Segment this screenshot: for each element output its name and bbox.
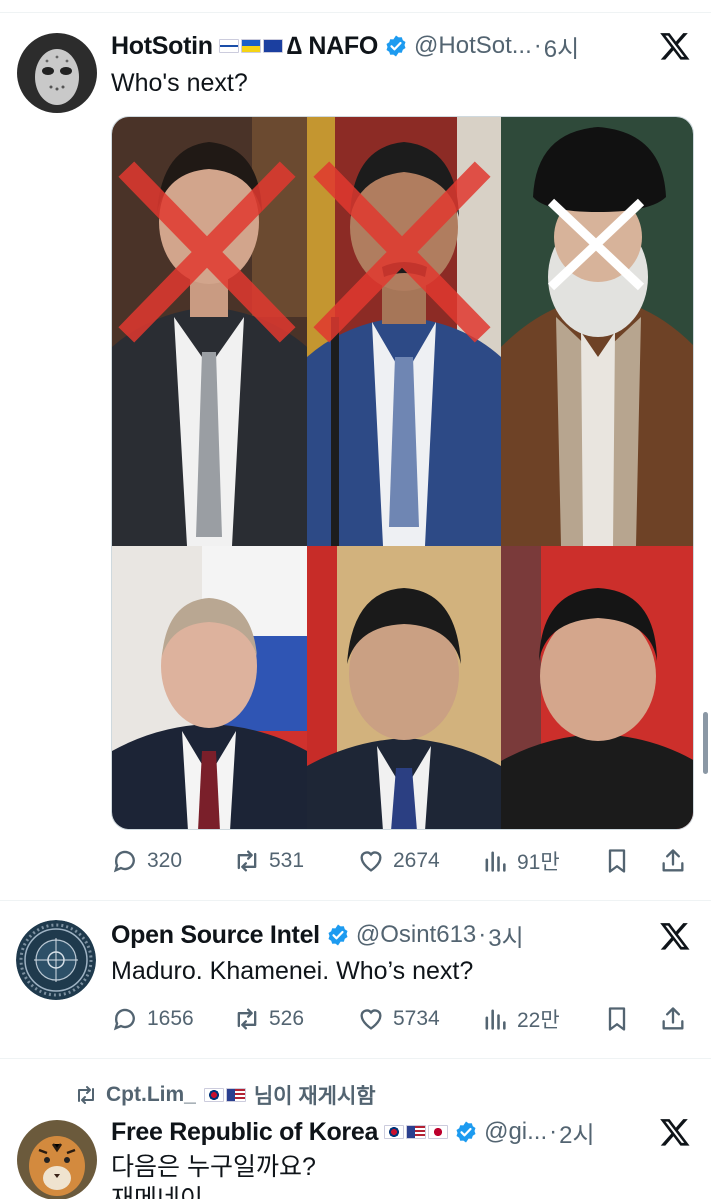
tweet-text-line-1: 다음은 누구일까요? — [111, 1153, 316, 1181]
tweet-actions: 1656 526 5734 22만 — [111, 1001, 693, 1037]
display-name[interactable]: Open Source Intel — [111, 921, 320, 950]
ukraine-flag-icon — [240, 39, 261, 53]
tweet-text: Maduro. Khamenei. Who’s next? — [111, 957, 474, 985]
repost-button[interactable]: 526 — [233, 1005, 357, 1033]
reply-button[interactable]: 1656 — [111, 1005, 233, 1033]
tweet-actions: 320 531 2674 91만 — [111, 843, 693, 879]
bookmark-icon — [608, 849, 626, 873]
tweet-text: Who's next? — [111, 69, 248, 97]
timestamp[interactable]: 2시 — [559, 1115, 594, 1150]
japan-flag-icon — [428, 1125, 449, 1139]
views-icon — [485, 1009, 506, 1030]
display-name[interactable]: HotSotin — [111, 32, 213, 61]
tweet-header: HotSotin ∆ NAFO @HotSot... · 6시 — [111, 28, 691, 64]
scrollbar-thumb[interactable] — [703, 712, 708, 774]
tweet-osint[interactable]: Open Source Intel @Osint613 · 3시 Maduro.… — [0, 900, 711, 1058]
finland-flag-icon — [218, 39, 239, 53]
views-button[interactable]: 91만 — [481, 846, 603, 876]
verified-badge-icon[interactable] — [454, 1120, 478, 1144]
separator-dot: · — [533, 32, 542, 59]
x-logo-icon[interactable] — [659, 30, 691, 62]
timestamp[interactable]: 6시 — [544, 29, 579, 64]
share-icon — [662, 849, 684, 872]
verified-badge-icon[interactable] — [326, 923, 350, 947]
eu-flag-icon — [262, 39, 283, 53]
x-logo-icon[interactable] — [659, 920, 691, 952]
timestamp[interactable]: 3시 — [488, 918, 523, 953]
share-icon — [662, 1007, 684, 1030]
red-cross-mark — [118, 161, 296, 343]
avatar[interactable] — [17, 1120, 97, 1199]
bookmark-button[interactable] — [603, 1005, 659, 1033]
repost-button[interactable]: 531 — [233, 847, 357, 875]
repost-count: 531 — [269, 849, 305, 872]
south-korea-flag-icon — [384, 1125, 405, 1139]
views-count: 91만 — [517, 851, 560, 874]
tweet-text-line-2: 재메네이 — [111, 1185, 204, 1199]
reply-count: 1656 — [147, 1007, 194, 1030]
avatar[interactable] — [17, 33, 97, 113]
views-count: 22만 — [517, 1009, 560, 1032]
name-flags — [384, 1125, 449, 1139]
like-button[interactable]: 5734 — [357, 1005, 481, 1033]
reply-count: 320 — [147, 849, 183, 872]
share-button[interactable] — [659, 847, 689, 875]
verified-badge-icon[interactable] — [384, 34, 408, 58]
repost-count: 526 — [269, 1007, 305, 1030]
separator-dot: · — [478, 921, 487, 948]
photo-portrait-5 — [307, 546, 501, 829]
red-cross-mark — [313, 161, 491, 343]
handle[interactable]: @gi... — [484, 1118, 547, 1146]
bookmark-button[interactable] — [603, 847, 659, 875]
share-button[interactable] — [659, 1005, 689, 1033]
reply-button[interactable]: 320 — [111, 847, 233, 875]
views-icon — [485, 851, 506, 872]
handle[interactable]: @HotSot... — [414, 32, 532, 60]
x-logo-icon[interactable] — [659, 1116, 691, 1148]
reply-icon — [113, 850, 135, 873]
tweet-free-republic-korea[interactable]: Free Republic of Korea @gi... · 2시 다음은 누… — [0, 1058, 711, 1199]
photo-portrait-2 — [307, 117, 501, 546]
name-flags — [218, 39, 283, 53]
photo-portrait-1 — [112, 117, 307, 546]
display-name[interactable]: Free Republic of Korea — [111, 1118, 378, 1147]
tweet-image[interactable] — [111, 116, 694, 830]
like-count: 5734 — [393, 1007, 440, 1030]
photo-portrait-3 — [501, 117, 693, 546]
bookmark-icon — [608, 1007, 626, 1031]
name-suffix: ∆ NAFO — [286, 31, 379, 60]
tweet-header: Free Republic of Korea @gi... · 2시 — [111, 1114, 691, 1150]
avatar[interactable] — [16, 920, 96, 1000]
handle[interactable]: @Osint613 — [356, 921, 476, 949]
like-icon — [360, 851, 382, 872]
like-count: 2674 — [393, 849, 440, 872]
repost-icon — [237, 1008, 257, 1030]
repost-icon — [237, 850, 257, 872]
white-cross-mark — [547, 198, 645, 291]
like-button[interactable]: 2674 — [357, 847, 481, 875]
separator-dot: · — [549, 1118, 558, 1145]
tweet-hotsotin[interactable]: HotSotin ∆ NAFO @HotSot... · 6시 Who's ne… — [0, 0, 711, 900]
like-icon — [360, 1009, 382, 1030]
usa-flag-icon — [406, 1125, 427, 1139]
photo-portrait-6 — [501, 546, 693, 829]
tweet-header: Open Source Intel @Osint613 · 3시 — [111, 917, 691, 953]
photo-portrait-4 — [112, 546, 307, 829]
reply-icon — [113, 1008, 135, 1031]
views-button[interactable]: 22만 — [481, 1004, 603, 1034]
